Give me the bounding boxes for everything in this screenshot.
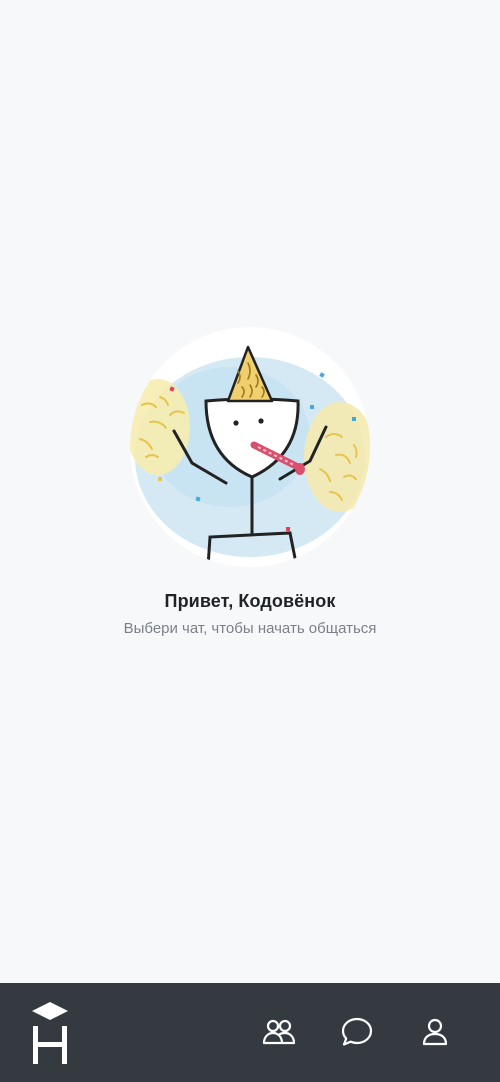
chat-empty-state-area: Привет, Кодовёнок Выбери чат, чтобы нача… xyxy=(0,0,500,983)
party-stickman-illustration xyxy=(130,327,370,567)
chat-bubble-icon xyxy=(341,1017,373,1046)
nav-profile-button[interactable] xyxy=(418,1015,452,1049)
nav-groups-button[interactable] xyxy=(262,1015,296,1049)
nav-chats-button[interactable] xyxy=(340,1015,374,1049)
bottom-navigation-bar xyxy=(0,983,500,1082)
group-icon xyxy=(262,1019,296,1045)
empty-state-subtitle: Выбери чат, чтобы начать общаться xyxy=(123,620,377,637)
user-icon xyxy=(422,1018,448,1046)
party-stickman-image xyxy=(130,345,370,567)
app-logo-icon[interactable] xyxy=(28,1000,72,1066)
empty-state-title: Привет, Кодовёнок xyxy=(164,591,336,611)
